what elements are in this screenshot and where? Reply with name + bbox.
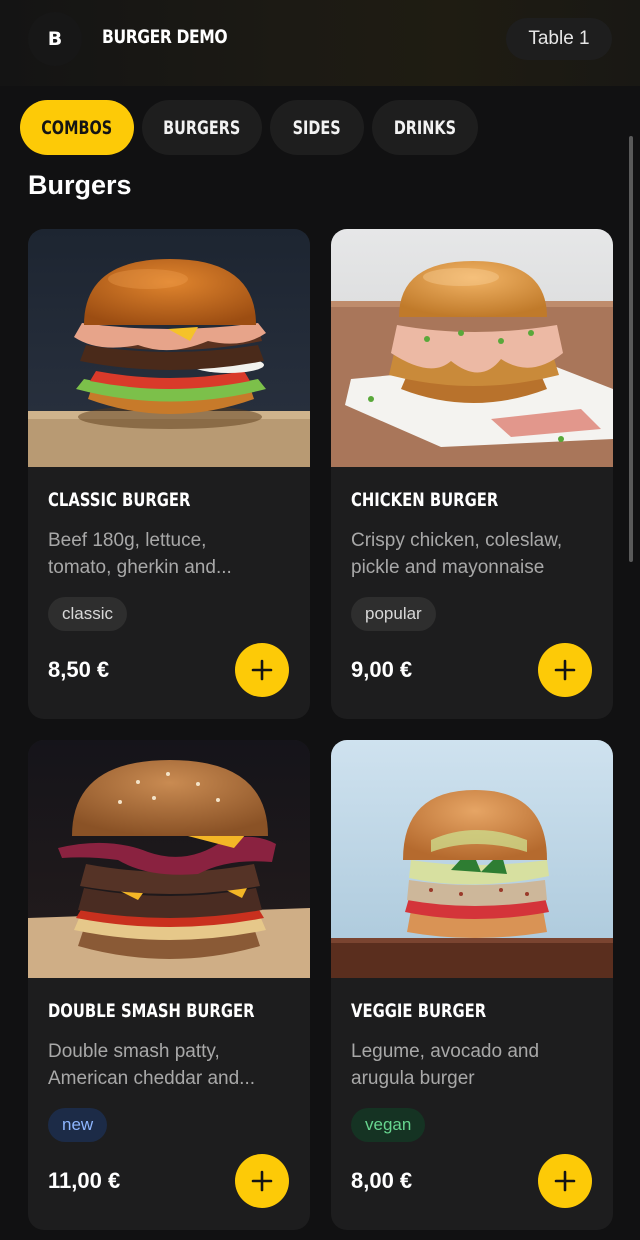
tag-badge: popular xyxy=(351,597,436,631)
add-to-cart-button[interactable] xyxy=(235,643,289,697)
description-line: pickle and mayonnaise xyxy=(351,557,545,578)
tag-badge: vegan xyxy=(351,1108,426,1142)
veggie-burger-image xyxy=(331,740,613,978)
plus-icon xyxy=(251,659,273,681)
plus-icon xyxy=(554,659,576,681)
header: B BURGER DEMO Table 1 xyxy=(0,0,640,86)
plus-icon xyxy=(554,1170,576,1192)
tab-label: DRINKS xyxy=(393,116,457,139)
table-badge[interactable]: Table 1 xyxy=(506,18,612,60)
category-tabs: COMBOS BURGERS SIDES DRINKS xyxy=(20,100,478,155)
description-line: tomato, gherkin and... xyxy=(48,557,232,578)
tab-combos[interactable]: COMBOS xyxy=(20,100,134,155)
product-card-chicken-burger[interactable]: CHICKEN BURGER Crispy chicken, coleslaw,… xyxy=(331,229,613,719)
double-smash-burger-image xyxy=(28,740,310,978)
product-price: 8,50 € xyxy=(48,657,110,682)
product-card-double-smash-burger[interactable]: DOUBLE SMASH BURGER Double smash patty, … xyxy=(28,740,310,1230)
product-description: Beef 180g, lettuce, tomato, gherkin and.… xyxy=(48,527,293,581)
tab-label: BURGERS xyxy=(163,116,241,139)
product-description: Crispy chicken, coleslaw, pickle and may… xyxy=(351,527,596,581)
logo[interactable]: B xyxy=(28,12,82,66)
menu-page: B BURGER DEMO Table 1 COMBOS BURGERS SID… xyxy=(0,0,640,1240)
chicken-burger-image xyxy=(331,229,613,467)
tab-label: COMBOS xyxy=(41,116,113,139)
section-title: Burgers xyxy=(28,170,132,200)
product-price: 8,00 € xyxy=(351,1168,413,1193)
product-price: 9,00 € xyxy=(351,657,413,682)
product-name: CHICKEN BURGER xyxy=(351,489,499,511)
product-card-classic-burger[interactable]: CLASSIC BURGER Beef 180g, lettuce, tomat… xyxy=(28,229,310,719)
description-line: Legume, avocado and xyxy=(351,1041,540,1062)
product-name: CLASSIC BURGER xyxy=(48,489,191,511)
scrollbar[interactable] xyxy=(629,136,633,562)
add-to-cart-button[interactable] xyxy=(235,1154,289,1208)
tab-label: SIDES xyxy=(292,116,342,139)
add-to-cart-button[interactable] xyxy=(538,643,592,697)
product-name: DOUBLE SMASH BURGER xyxy=(48,1000,255,1022)
tab-sides[interactable]: SIDES xyxy=(270,100,364,155)
classic-burger-image xyxy=(28,229,310,467)
description-line: Crispy chicken, coleslaw, xyxy=(351,530,563,551)
description-line: Beef 180g, lettuce, xyxy=(48,530,207,551)
description-line: arugula burger xyxy=(351,1068,475,1089)
description-line: American cheddar and... xyxy=(48,1068,256,1089)
tag-badge: classic xyxy=(48,597,128,631)
product-name: VEGGIE BURGER xyxy=(351,1000,487,1022)
description-line: Double smash patty, xyxy=(48,1041,220,1062)
plus-icon xyxy=(251,1170,273,1192)
product-description: Double smash patty, American cheddar and… xyxy=(48,1038,293,1092)
product-description: Legume, avocado and arugula burger xyxy=(351,1038,596,1092)
tab-drinks[interactable]: DRINKS xyxy=(372,100,478,155)
product-price: 11,00 € xyxy=(48,1168,121,1193)
brand-name: BURGER DEMO xyxy=(102,26,228,48)
tab-burgers[interactable]: BURGERS xyxy=(142,100,262,155)
add-to-cart-button[interactable] xyxy=(538,1154,592,1208)
product-card-veggie-burger[interactable]: VEGGIE BURGER Legume, avocado and arugul… xyxy=(331,740,613,1230)
tag-badge: new xyxy=(48,1108,108,1142)
